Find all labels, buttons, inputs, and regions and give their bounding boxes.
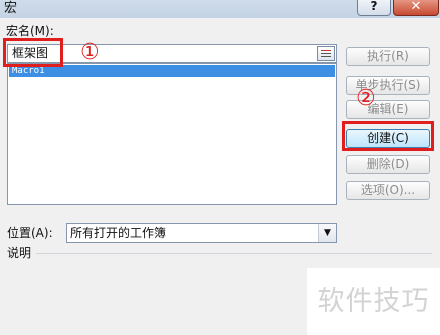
step-marker-1: ① bbox=[80, 40, 100, 65]
description-divider bbox=[36, 253, 432, 254]
select-range-icon[interactable] bbox=[317, 46, 335, 61]
step-marker-2: ② bbox=[356, 86, 376, 111]
help-button[interactable]: ? bbox=[357, 0, 391, 16]
options-button[interactable]: 选项(O)... bbox=[346, 181, 430, 200]
title-bar: 宏 ? ✕ bbox=[0, 0, 440, 18]
window-title: 宏 bbox=[4, 1, 18, 16]
location-select[interactable]: 所有打开的工作簿 bbox=[66, 223, 337, 243]
close-button[interactable]: ✕ bbox=[393, 0, 439, 16]
delete-button[interactable]: 删除(D) bbox=[346, 155, 430, 174]
location-label: 位置(A): bbox=[7, 226, 53, 240]
macro-name-label: 宏名(M): bbox=[6, 24, 54, 38]
chevron-down-icon[interactable]: ▼ bbox=[318, 224, 336, 242]
highlight-box-name bbox=[3, 38, 63, 67]
macro-list[interactable]: Macro1 bbox=[7, 63, 337, 205]
run-button[interactable]: 执行(R) bbox=[346, 47, 430, 66]
description-label: 说明 bbox=[7, 246, 32, 260]
highlight-box-create bbox=[342, 121, 434, 151]
watermark: 软件技巧 bbox=[307, 268, 440, 335]
